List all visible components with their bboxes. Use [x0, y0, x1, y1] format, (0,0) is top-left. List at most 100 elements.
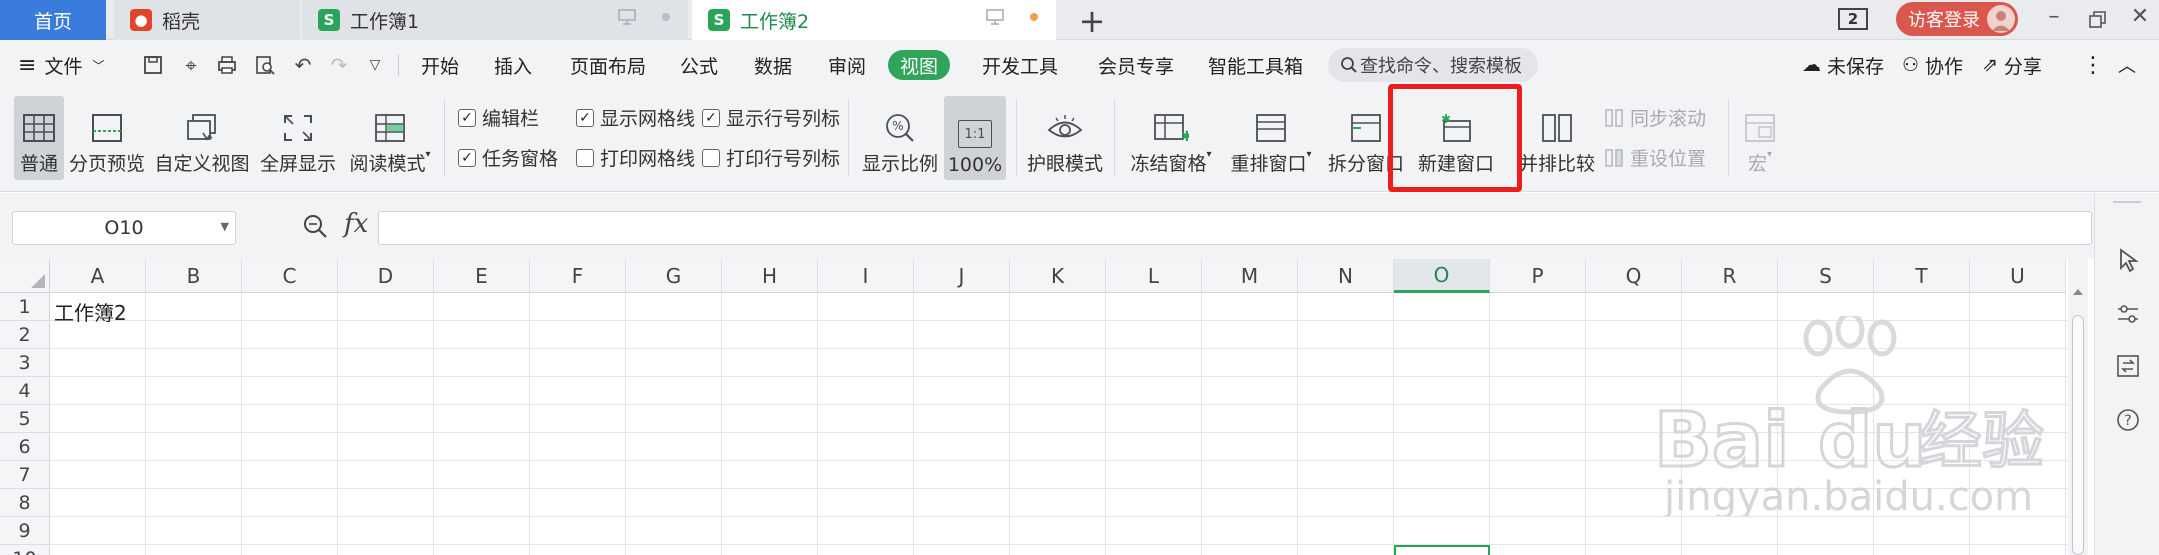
row-header-5[interactable]: 5 [0, 405, 50, 433]
print-icon[interactable] [216, 54, 238, 76]
scrollbar-thumb[interactable] [2072, 315, 2084, 555]
column-header-j[interactable]: J [914, 259, 1010, 293]
undo-icon[interactable]: ↶ [292, 54, 314, 76]
row-header-8[interactable]: 8 [0, 489, 50, 517]
column-header-b[interactable]: B [146, 259, 242, 293]
column-header-t[interactable]: T [1874, 259, 1970, 293]
menu-insert[interactable]: 插入 [494, 40, 532, 90]
collaborate-button[interactable]: ⚇ 协作 [1902, 40, 1963, 90]
task-pane-checkbox[interactable]: ✓ 任务窗格 [458, 144, 558, 171]
cell-area[interactable] [50, 293, 2068, 555]
menu-home[interactable]: 开始 [421, 40, 459, 90]
column-header-l[interactable]: L [1106, 259, 1202, 293]
print-preview-icon[interactable] [254, 54, 276, 76]
show-headers-checkbox[interactable]: ✓ 显示行号列标 [702, 104, 840, 131]
column-header-q[interactable]: Q [1586, 259, 1682, 293]
monitor-icon[interactable] [618, 9, 636, 25]
insert-function-icon[interactable]: fx [344, 209, 368, 239]
unsaved-dot-icon[interactable] [1030, 13, 1038, 21]
guest-login-button[interactable]: 访客登录 [1896, 2, 2018, 36]
name-box[interactable]: O10 ▼ [12, 211, 236, 245]
column-header-k[interactable]: K [1010, 259, 1106, 293]
column-header-p[interactable]: P [1490, 259, 1586, 293]
row-header-10[interactable]: 10 [0, 545, 50, 555]
row-header-1[interactable]: 1 [0, 293, 50, 321]
menu-developer[interactable]: 开发工具 [982, 40, 1058, 90]
fullscreen-button[interactable]: 全屏显示 [258, 96, 338, 180]
menu-view[interactable]: 视图 [888, 50, 951, 80]
reading-mode-button[interactable]: 阅读模式▾ [346, 96, 434, 180]
side-by-side-button[interactable]: 并排比较 [1516, 96, 1598, 180]
scroll-up-icon[interactable] [2073, 289, 2083, 295]
column-header-e[interactable]: E [434, 259, 530, 293]
menu-member[interactable]: 会员专享 [1098, 40, 1174, 90]
quick-access-dropdown-icon[interactable]: ▽ [364, 54, 386, 76]
show-gridlines-checkbox[interactable]: ✓ 显示网格线 [576, 104, 695, 131]
column-header-a[interactable]: A [50, 259, 146, 293]
column-header-i[interactable]: I [818, 259, 914, 293]
column-header-r[interactable]: R [1682, 259, 1778, 293]
cell-a1[interactable]: 工作簿2 [54, 297, 127, 326]
page-break-preview-button[interactable]: 分页预览 [68, 96, 146, 180]
column-header-s[interactable]: S [1778, 259, 1874, 293]
chevron-down-icon[interactable]: ▼ [221, 220, 229, 233]
column-header-m[interactable]: M [1202, 259, 1298, 293]
reset-position-button[interactable]: 重设位置 [1604, 144, 1706, 171]
save-icon[interactable] [142, 54, 164, 76]
column-header-d[interactable]: D [338, 259, 434, 293]
row-header-3[interactable]: 3 [0, 349, 50, 377]
column-header-c[interactable]: C [242, 259, 338, 293]
arrange-windows-button[interactable]: 重排窗口▾ [1226, 96, 1316, 180]
custom-view-button[interactable]: 自定义视图 [154, 96, 250, 180]
row-header-9[interactable]: 9 [0, 517, 50, 545]
sync-scroll-button[interactable]: 同步滚动 [1604, 104, 1706, 131]
vertical-scrollbar[interactable] [2068, 259, 2088, 555]
eye-protection-button[interactable]: 护眼模式 [1026, 96, 1104, 180]
redo-icon[interactable]: ↷ [328, 54, 350, 76]
select-all-corner[interactable] [0, 259, 50, 293]
menu-page-layout[interactable]: 页面布局 [570, 40, 646, 90]
menu-review[interactable]: 审阅 [828, 40, 866, 90]
close-icon[interactable]: ✕ [2122, 4, 2158, 29]
window-count-badge[interactable]: 2 [1838, 8, 1868, 30]
column-header-u[interactable]: U [1970, 259, 2066, 293]
restore-icon[interactable] [2080, 4, 2116, 36]
new-tab-button[interactable]: + [1074, 2, 1110, 40]
more-options-icon[interactable]: ⋮ [2082, 40, 2104, 90]
row-header-2[interactable]: 2 [0, 321, 50, 349]
zoom-lookup-icon[interactable] [302, 213, 328, 239]
tab-close-dot-icon[interactable] [662, 13, 670, 21]
format-painter-icon[interactable]: ⌖ [180, 54, 202, 76]
unsaved-status[interactable]: ☁ 未保存 [1802, 40, 1884, 90]
tab-home[interactable]: 首页 [0, 0, 106, 40]
share-button[interactable]: ⇗ 分享 [1982, 40, 2042, 90]
spreadsheet-grid[interactable]: ABCDEFGHIJKLMNOPQRSTU 12345678910 工作簿2 [0, 259, 2068, 555]
help-icon[interactable]: ? [2115, 407, 2141, 433]
transfer-icon[interactable] [2115, 353, 2141, 379]
monitor-icon[interactable] [986, 9, 1004, 25]
menu-data[interactable]: 数据 [754, 40, 792, 90]
row-header-6[interactable]: 6 [0, 433, 50, 461]
normal-view-button[interactable]: 普通 [14, 96, 64, 180]
row-header-4[interactable]: 4 [0, 377, 50, 405]
tab-workbook2[interactable]: S 工作簿2 [692, 0, 1056, 40]
zoom-button[interactable]: % 显示比例 [860, 96, 940, 180]
pointer-icon[interactable] [2115, 247, 2141, 273]
formula-input[interactable] [378, 211, 2092, 245]
print-gridlines-checkbox[interactable]: 打印网格线 [576, 144, 695, 171]
selected-cell-o10[interactable] [1394, 545, 1490, 555]
row-header-7[interactable]: 7 [0, 461, 50, 489]
column-header-h[interactable]: H [722, 259, 818, 293]
minimize-icon[interactable]: – [2036, 4, 2072, 29]
column-header-f[interactable]: F [530, 259, 626, 293]
macro-button[interactable]: 宏▾ [1740, 96, 1780, 180]
print-headers-checkbox[interactable]: 打印行号列标 [702, 144, 840, 171]
edit-bar-checkbox[interactable]: ✓ 编辑栏 [458, 104, 539, 131]
collapse-ribbon-icon[interactable]: ︿ [2118, 40, 2136, 90]
command-search-input[interactable]: 查找命令、搜索模板 [1328, 48, 1538, 82]
menu-smart-toolbox[interactable]: 智能工具箱 [1208, 40, 1303, 90]
adjust-icon[interactable] [2115, 301, 2141, 327]
freeze-panes-button[interactable]: ✱ 冻结窗格▾ [1126, 96, 1216, 180]
tab-workbook1[interactable]: S 工作簿1 [302, 0, 688, 40]
column-header-g[interactable]: G [626, 259, 722, 293]
